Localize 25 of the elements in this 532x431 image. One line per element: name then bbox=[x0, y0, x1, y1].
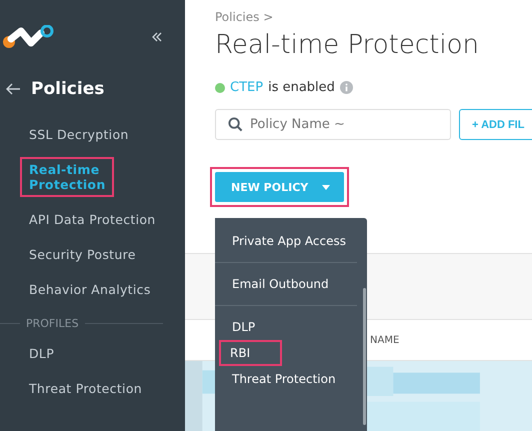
sidebar-item[interactable]: Behavior Analytics bbox=[20, 277, 160, 302]
menu-item[interactable]: DLP bbox=[227, 314, 260, 340]
logo-icon bbox=[3, 25, 55, 49]
section-title: Policies bbox=[31, 79, 104, 99]
menu-item[interactable]: Email Outbound bbox=[227, 271, 334, 297]
caret-icon bbox=[322, 184, 330, 190]
breadcrumb[interactable]: Policies > bbox=[215, 10, 532, 24]
search-icon bbox=[228, 117, 243, 132]
section-label: PROFILES bbox=[26, 317, 79, 330]
sidebar-item[interactable]: DLP bbox=[20, 341, 64, 366]
menu-item[interactable]: Threat Protection bbox=[227, 366, 341, 392]
status-text: is enabled bbox=[268, 80, 335, 95]
search-field[interactable]: Policy Name ~ bbox=[215, 109, 451, 140]
sidebar-item[interactable]: Real-time Protection bbox=[20, 157, 114, 197]
back-arrow-icon[interactable] bbox=[5, 82, 21, 96]
sidebar-item[interactable]: API Data Protection bbox=[20, 207, 165, 232]
page-title: Real-time Protection bbox=[215, 30, 480, 60]
sidebar-item[interactable]: SSL Decryption bbox=[20, 122, 138, 147]
menu-item[interactable]: RBI bbox=[219, 340, 282, 366]
sidebar-item[interactable]: Threat Protection bbox=[20, 376, 151, 401]
scrollbar[interactable] bbox=[363, 288, 366, 425]
menu-item[interactable]: Private App Access bbox=[227, 228, 351, 254]
column-header[interactable]: NAME bbox=[370, 334, 400, 346]
sidebar-item[interactable]: Security Posture bbox=[20, 242, 145, 267]
collapse-icon[interactable] bbox=[151, 31, 163, 43]
